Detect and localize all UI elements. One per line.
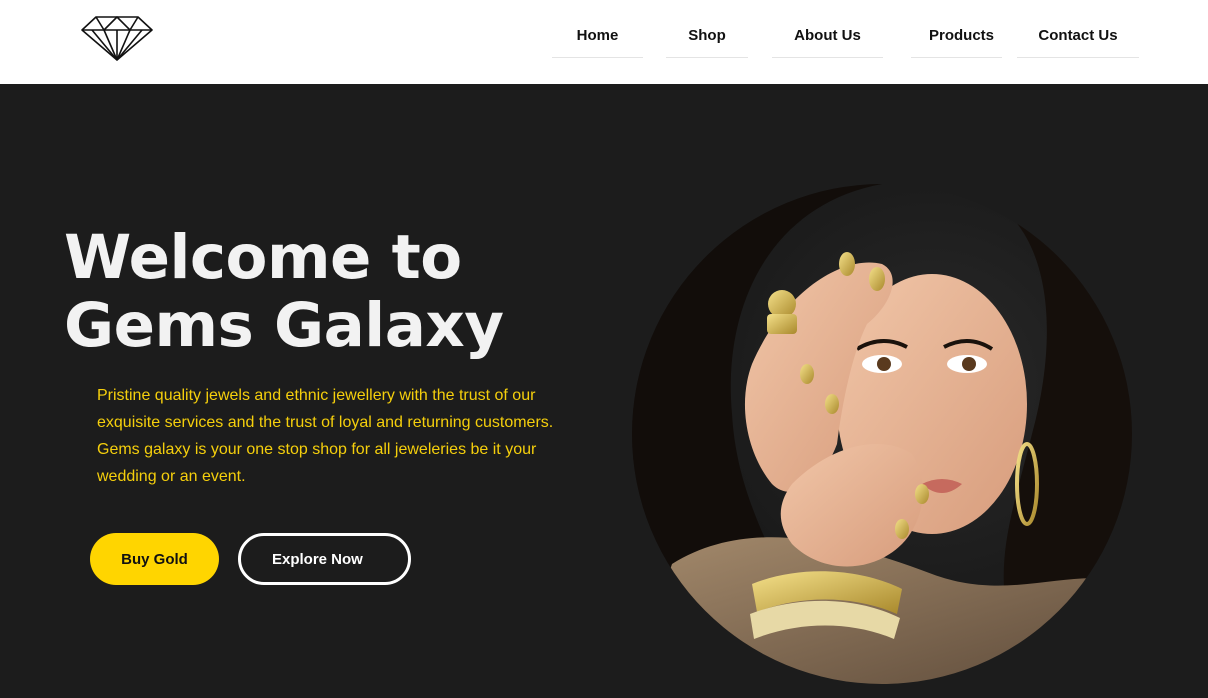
nav-products[interactable]: Products [911,14,1002,58]
site-header: Home Shop About Us Products Contact Us [0,0,1208,84]
hero-description: Pristine quality jewels and ethnic jewel… [97,387,554,485]
nav-about-us[interactable]: About Us [772,14,883,58]
nav-shop[interactable]: Shop [666,14,748,58]
hero-section: Welcome to Gems Galaxy Pristine quality … [0,84,1208,698]
nav-home[interactable]: Home [552,14,643,58]
hero-model-image [632,184,1132,684]
explore-now-button[interactable]: Explore Now [238,533,411,585]
diamond-icon[interactable] [80,14,154,62]
nav-contact-us[interactable]: Contact Us [1017,14,1139,58]
hero-title-line-2: Gems Galaxy [64,290,504,361]
hero-title: Welcome to Gems Galaxy [64,224,604,360]
hero-title-line-1: Welcome to [64,222,462,293]
buy-gold-button[interactable]: Buy Gold [90,533,219,585]
